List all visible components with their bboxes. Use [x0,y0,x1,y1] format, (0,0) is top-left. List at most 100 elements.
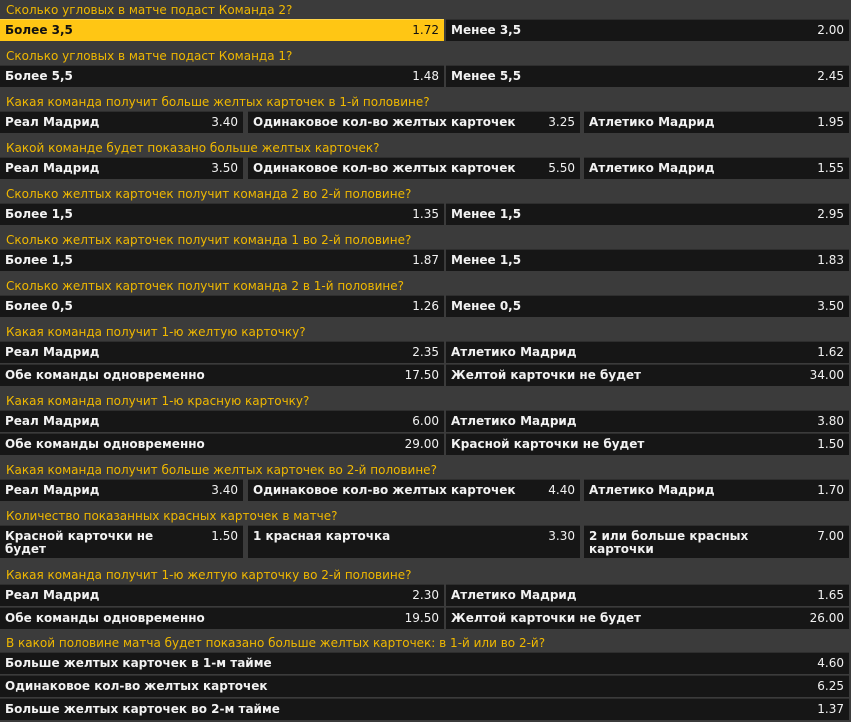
market-question: Какая команда получит 1-ю желтую карточк… [6,568,412,582]
selection-odds: 1.83 [817,253,844,267]
selection-label: Реал Мадрид [5,161,100,175]
selection-odds: 2.35 [412,345,439,359]
selection-label: Менее 5,5 [451,69,522,83]
selection-label: Обе команды одновременно [5,437,205,451]
selection-odds: 1.95 [817,115,844,129]
market-question: Количество показанных красных карточек в… [6,509,338,523]
bet-selection[interactable]: Реал Мадрид 2.35 [0,341,444,363]
selection-label: Желтой карточки не будет [451,611,641,625]
selection-label: Атлетико Мадрид [589,483,715,497]
bet-selection[interactable]: Больше желтых карточек в 1-м тайме 4.60 [0,652,849,674]
bet-selection[interactable]: Реал Мадрид 2.30 [0,584,444,606]
selection-label: Менее 1,5 [451,253,522,267]
bet-selection[interactable]: Более 1,5 1.87 [0,249,444,271]
selection-odds: 6.00 [412,414,439,428]
bet-selection[interactable]: 1 красная карточка 3.30 [248,525,580,558]
selection-label: Реал Мадрид [5,483,100,497]
bet-selection[interactable]: Обе команды одновременно 29.00 [0,433,444,455]
market-question: Какая команда получит 1-ю желтую карточк… [6,325,306,339]
selection-odds: 7.00 [817,529,844,543]
market-question: Сколько угловых в матче подаст Команда 1… [6,49,293,63]
bet-selection[interactable]: Реал Мадрид 3.40 [0,479,243,501]
bet-selection[interactable]: Реал Мадрид 3.40 [0,111,243,133]
selection-label: Реал Мадрид [5,115,100,129]
selection-label: Более 0,5 [5,299,73,313]
selection-odds: 1.87 [412,253,439,267]
bet-selection[interactable]: Атлетико Мадрид 1.70 [584,479,849,501]
bet-selection[interactable]: Атлетико Мадрид 1.55 [584,157,849,179]
bet-selection[interactable]: Одинаковое кол-во желтых карточек 4.40 [248,479,580,501]
selection-odds: 2.95 [817,207,844,221]
selection-label: Красной карточки не будет [5,529,154,556]
selection-odds: 1.35 [412,207,439,221]
selection-label: Больше желтых карточек в 1-м тайме [5,656,272,670]
bet-selection[interactable]: Атлетико Мадрид 1.95 [584,111,849,133]
selection-label: 1 красная карточка [253,529,391,543]
selection-label: Реал Мадрид [5,588,100,602]
selection-label: 2 или больше красных карточки [589,529,749,556]
selection-odds: 3.50 [817,299,844,313]
bet-selection[interactable]: Менее 1,5 2.95 [446,203,849,225]
selection-odds: 4.40 [548,483,575,497]
bet-selection[interactable]: Более 5,5 1.48 [0,65,444,87]
bet-selection[interactable]: Обе команды одновременно 17.50 [0,364,444,386]
selection-label: Реал Мадрид [5,414,100,428]
selection-odds: 29.00 [404,437,439,451]
bet-selection[interactable]: Обе команды одновременно 19.50 [0,607,444,629]
market-question: Какая команда получит больше желтых карт… [6,95,430,109]
bet-selection[interactable]: Реал Мадрид 3.50 [0,157,243,179]
selection-label: Одинаковое кол-во желтых карточек [253,115,516,129]
selection-label: Атлетико Мадрид [451,588,577,602]
bet-selection[interactable]: Одинаковое кол-во желтых карточек 6.25 [0,675,849,697]
bet-selection[interactable]: 2 или больше красных карточки 7.00 [584,525,849,558]
selection-label: Обе команды одновременно [5,611,205,625]
selection-label: Более 1,5 [5,207,73,221]
selection-label: Атлетико Мадрид [451,414,577,428]
selection-label: Реал Мадрид [5,345,100,359]
bet-selection[interactable]: Более 1,5 1.35 [0,203,444,225]
market-question: Какой команде будет показано больше желт… [6,141,380,155]
selection-odds: 2.30 [412,588,439,602]
bet-selection[interactable]: Атлетико Мадрид 1.62 [446,341,849,363]
bet-selection[interactable]: Красной карточки не будет 1.50 [446,433,849,455]
selection-label: Менее 0,5 [451,299,522,313]
selection-label: Желтой карточки не будет [451,368,641,382]
market-question: Сколько желтых карточек получит команда … [6,233,412,247]
market-question: Какая команда получит 1-ю красную карточ… [6,394,310,408]
bet-selection[interactable]: Больше желтых карточек во 2-м тайме 1.37 [0,698,849,720]
selection-odds: 1.65 [817,588,844,602]
selection-label: Обе команды одновременно [5,368,205,382]
selection-odds: 1.48 [412,69,439,83]
bet-selection[interactable]: Более 3,5 1.72 [0,19,444,41]
market-question: Сколько желтых карточек получит команда … [6,187,412,201]
bet-selection[interactable]: Атлетико Мадрид 1.65 [446,584,849,606]
selection-odds: 3.30 [548,529,575,543]
market-question: Сколько желтых карточек получит команда … [6,279,404,293]
bet-selection[interactable]: Менее 0,5 3.50 [446,295,849,317]
selection-label: Одинаковое кол-во желтых карточек [5,679,268,693]
selection-label: Менее 3,5 [451,23,522,37]
bet-selection[interactable]: Одинаковое кол-во желтых карточек 3.25 [248,111,580,133]
selection-odds: 2.00 [817,23,844,37]
selection-odds: 1.50 [211,529,238,543]
selection-label: Более 5,5 [5,69,73,83]
selection-odds: 1.72 [412,23,439,37]
selection-odds: 6.25 [817,679,844,693]
bet-selection[interactable]: Красной карточки не будет 1.50 [0,525,243,558]
bet-selection[interactable]: Менее 3,5 2.00 [446,19,849,41]
selection-odds: 17.50 [404,368,439,382]
bet-selection[interactable]: Одинаковое кол-во желтых карточек 5.50 [248,157,580,179]
bet-selection[interactable]: Желтой карточки не будет 26.00 [446,607,849,629]
bet-selection[interactable]: Менее 1,5 1.83 [446,249,849,271]
selection-label: Одинаковое кол-во желтых карточек [253,483,516,497]
bet-selection[interactable]: Реал Мадрид 6.00 [0,410,444,432]
bet-selection[interactable]: Менее 5,5 2.45 [446,65,849,87]
bet-selection[interactable]: Атлетико Мадрид 3.80 [446,410,849,432]
bet-selection[interactable]: Более 0,5 1.26 [0,295,444,317]
bet-selection[interactable]: Желтой карточки не будет 34.00 [446,364,849,386]
selection-odds: 3.25 [548,115,575,129]
selection-odds: 1.26 [412,299,439,313]
selection-label: Более 1,5 [5,253,73,267]
selection-label: Атлетико Мадрид [589,161,715,175]
selection-odds: 5.50 [548,161,575,175]
